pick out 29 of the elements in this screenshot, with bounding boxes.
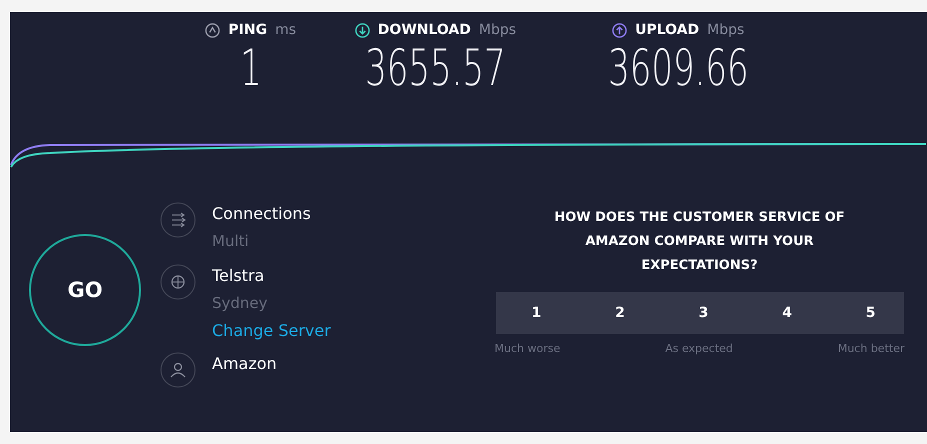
scale-label: Much better (838, 342, 904, 355)
download-icon (354, 22, 370, 38)
rating-option[interactable]: 2 (609, 292, 631, 334)
scale-label: Much worse (494, 342, 560, 355)
info-title: Amazon (212, 353, 277, 375)
info-subtitle: Multi (212, 231, 250, 252)
rating-option[interactable]: 1 (526, 292, 548, 334)
go-button[interactable]: GO (29, 234, 141, 346)
arrows-icon (160, 202, 196, 238)
metric-unit: ms (275, 22, 296, 38)
person-icon (160, 352, 196, 388)
upload-icon (612, 22, 628, 38)
metric-value: 3609.66 (608, 40, 748, 96)
change-server-link[interactable]: Change Server (212, 318, 331, 344)
metric-value: 3655.57 (365, 40, 506, 96)
metric-label: UPLOAD (635, 22, 700, 38)
info-subtitle: Sydney (212, 293, 269, 314)
metric-unit: Mbps (707, 22, 744, 38)
rating-option[interactable]: 4 (776, 292, 798, 334)
info-title: Connections (212, 203, 311, 225)
metric-label: DOWNLOAD (378, 22, 471, 38)
info-title: Telstra (212, 265, 266, 287)
survey-question: HOW DOES THE CUSTOMER SERVICE OF AMAZON COMPARE WITH YOUR EXPECTATIONS? (553, 209, 846, 275)
metric-label: PING (228, 22, 268, 38)
rating-option[interactable]: 3 (692, 292, 714, 334)
rating-option[interactable]: 5 (860, 292, 882, 334)
metric-unit: Mbps (478, 22, 516, 38)
scale-label: As expected (665, 342, 733, 355)
metric-value: 1 (240, 40, 262, 96)
